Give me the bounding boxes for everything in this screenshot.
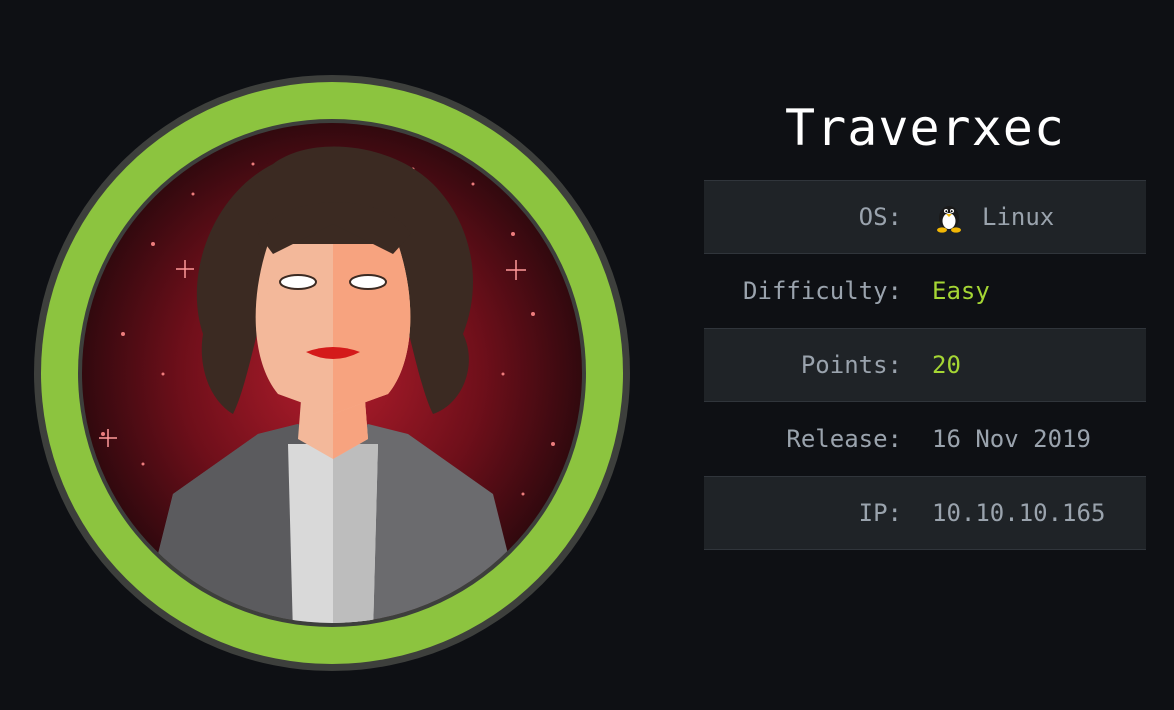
points-value: 20 bbox=[932, 351, 961, 379]
ip-label: IP: bbox=[858, 499, 902, 527]
machine-info-table: OS: Linux Difficulty: Easy Points: 20 Re… bbox=[704, 180, 1146, 550]
points-label: Points: bbox=[800, 351, 902, 379]
machine-title: Traverxec bbox=[785, 99, 1065, 157]
info-row-points: Points: 20 bbox=[704, 328, 1146, 402]
info-row-difficulty: Difficulty: Easy bbox=[704, 254, 1146, 328]
ip-value: 10.10.10.165 bbox=[932, 499, 1106, 527]
os-value: Linux bbox=[982, 203, 1055, 231]
difficulty-label: Difficulty: bbox=[743, 277, 902, 305]
info-row-ip: IP: 10.10.10.165 bbox=[704, 476, 1146, 550]
release-value: 16 Nov 2019 bbox=[932, 425, 1091, 453]
difficulty-value: Easy bbox=[932, 277, 990, 305]
info-row-os: OS: Linux bbox=[704, 180, 1146, 254]
os-value-wrap: Linux bbox=[932, 200, 1054, 234]
release-label: Release: bbox=[786, 425, 902, 453]
tux-icon bbox=[937, 206, 961, 233]
os-label: OS: bbox=[858, 203, 902, 231]
info-row-release: Release: 16 Nov 2019 bbox=[704, 402, 1146, 476]
avatar-illustration bbox=[34, 75, 630, 671]
machine-avatar bbox=[33, 74, 631, 672]
